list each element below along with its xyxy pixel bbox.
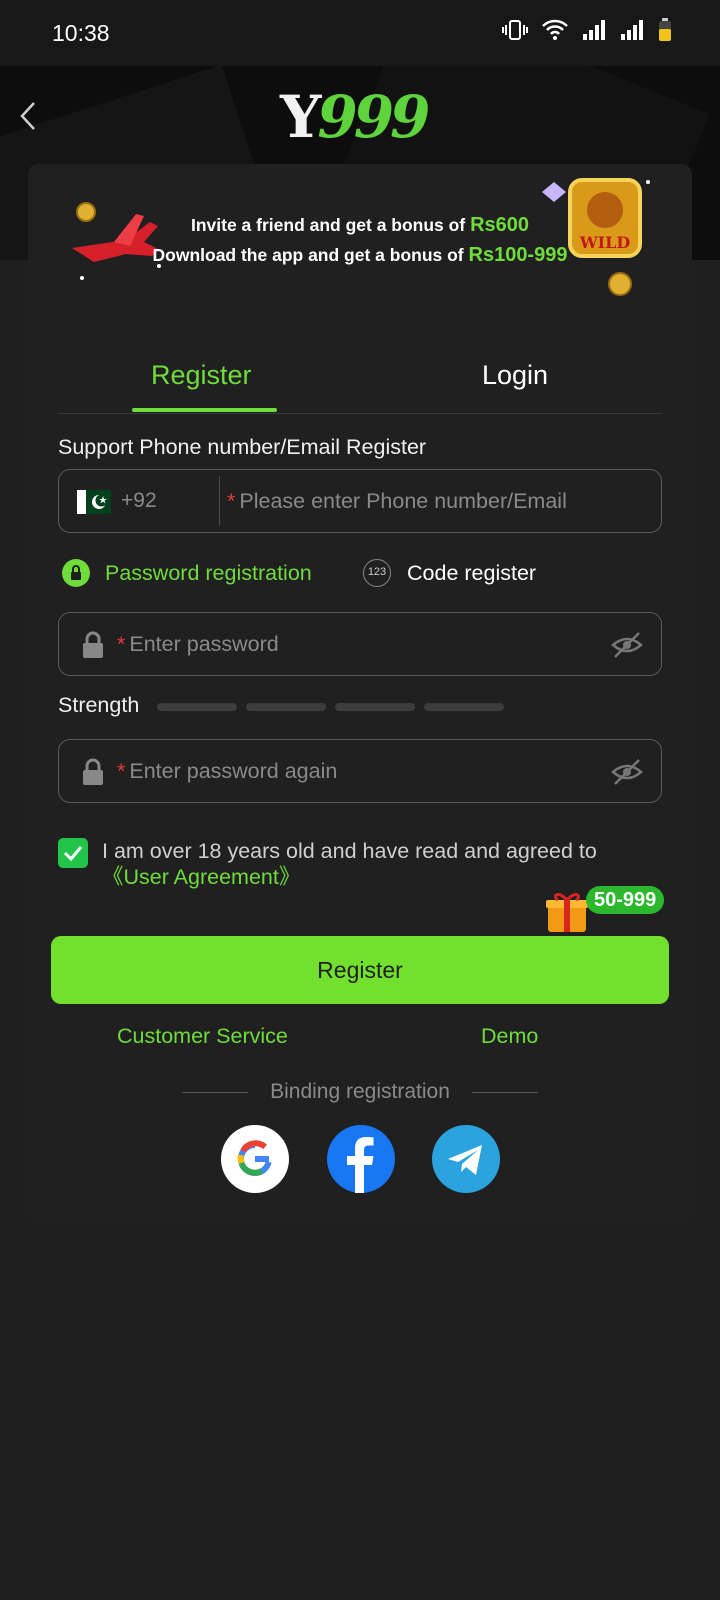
telegram-login-button[interactable] [432,1125,500,1193]
password-placeholder: * Enter password [117,632,279,656]
battery-icon [659,18,671,41]
tab-login[interactable]: Login [482,360,548,391]
password-again-field[interactable]: * Enter password again [58,739,662,803]
customer-service-link[interactable]: Customer Service [117,1024,288,1049]
country-code[interactable]: +92 [121,489,157,513]
promo-amount-invite: Rs600 [470,214,529,236]
lock-icon [83,758,103,785]
agree-checkbox[interactable] [58,838,88,868]
status-bar: 10:38 [0,0,720,66]
mode-code-register[interactable]: Code register [407,561,536,586]
tab-register[interactable]: Register [151,360,252,391]
lock-mode-icon [62,559,90,587]
wifi-icon [542,19,568,40]
facebook-icon [347,1137,374,1193]
phone-email-field[interactable]: +92 * Please enter Phone number/Email [58,469,662,533]
eye-off-icon[interactable] [611,631,643,659]
google-icon [237,1140,272,1176]
strength-bar [335,703,415,711]
password-field[interactable]: * Enter password [58,612,662,676]
code-mode-icon: 123 [363,559,391,587]
strength-bar [246,703,326,711]
check-icon [63,846,83,862]
promo-amount-download: Rs100-999 [468,244,568,266]
phone-placeholder: * Please enter Phone number/Email [227,489,567,513]
vibrate-icon [502,20,528,40]
binding-registration-label: Binding registration [270,1080,450,1103]
tab-active-indicator [132,408,277,412]
pakistan-flag-icon [77,490,111,514]
phone-label: Support Phone number/Email Register [58,435,427,459]
telegram-icon [448,1145,482,1175]
agreement-text: I am over 18 years old and have read and… [102,839,597,889]
google-login-button[interactable] [221,1125,289,1193]
lock-icon [83,631,103,658]
app-logo: Y999 [280,83,430,151]
plane-icon [72,202,161,280]
demo-link[interactable]: Demo [481,1024,538,1049]
tab-divider [58,413,662,414]
promo-line-download: Download the app and get a bonus of Rs10… [152,244,568,266]
signal-icon-2 [621,20,643,40]
status-icons [502,18,672,42]
divider-line [472,1092,538,1093]
strength-label: Strength [58,693,140,717]
back-arrow-icon[interactable] [14,98,44,134]
mode-password-registration[interactable]: Password registration [105,561,312,586]
strength-bar [424,703,504,711]
password-again-placeholder: * Enter password again [117,759,338,783]
gift-icon [546,893,588,932]
facebook-login-button[interactable] [327,1125,395,1193]
promo-line-invite: Invite a friend and get a bonus of Rs600 [190,214,529,236]
status-time: 10:38 [52,20,110,46]
strength-bar [157,703,237,711]
eye-off-icon[interactable] [611,758,643,786]
bonus-badge: 50-999 [586,886,665,914]
user-agreement-link[interactable]: 《User Agreement》 [102,865,300,889]
signal-icon [583,20,605,40]
register-button[interactable]: Register [51,936,669,1004]
